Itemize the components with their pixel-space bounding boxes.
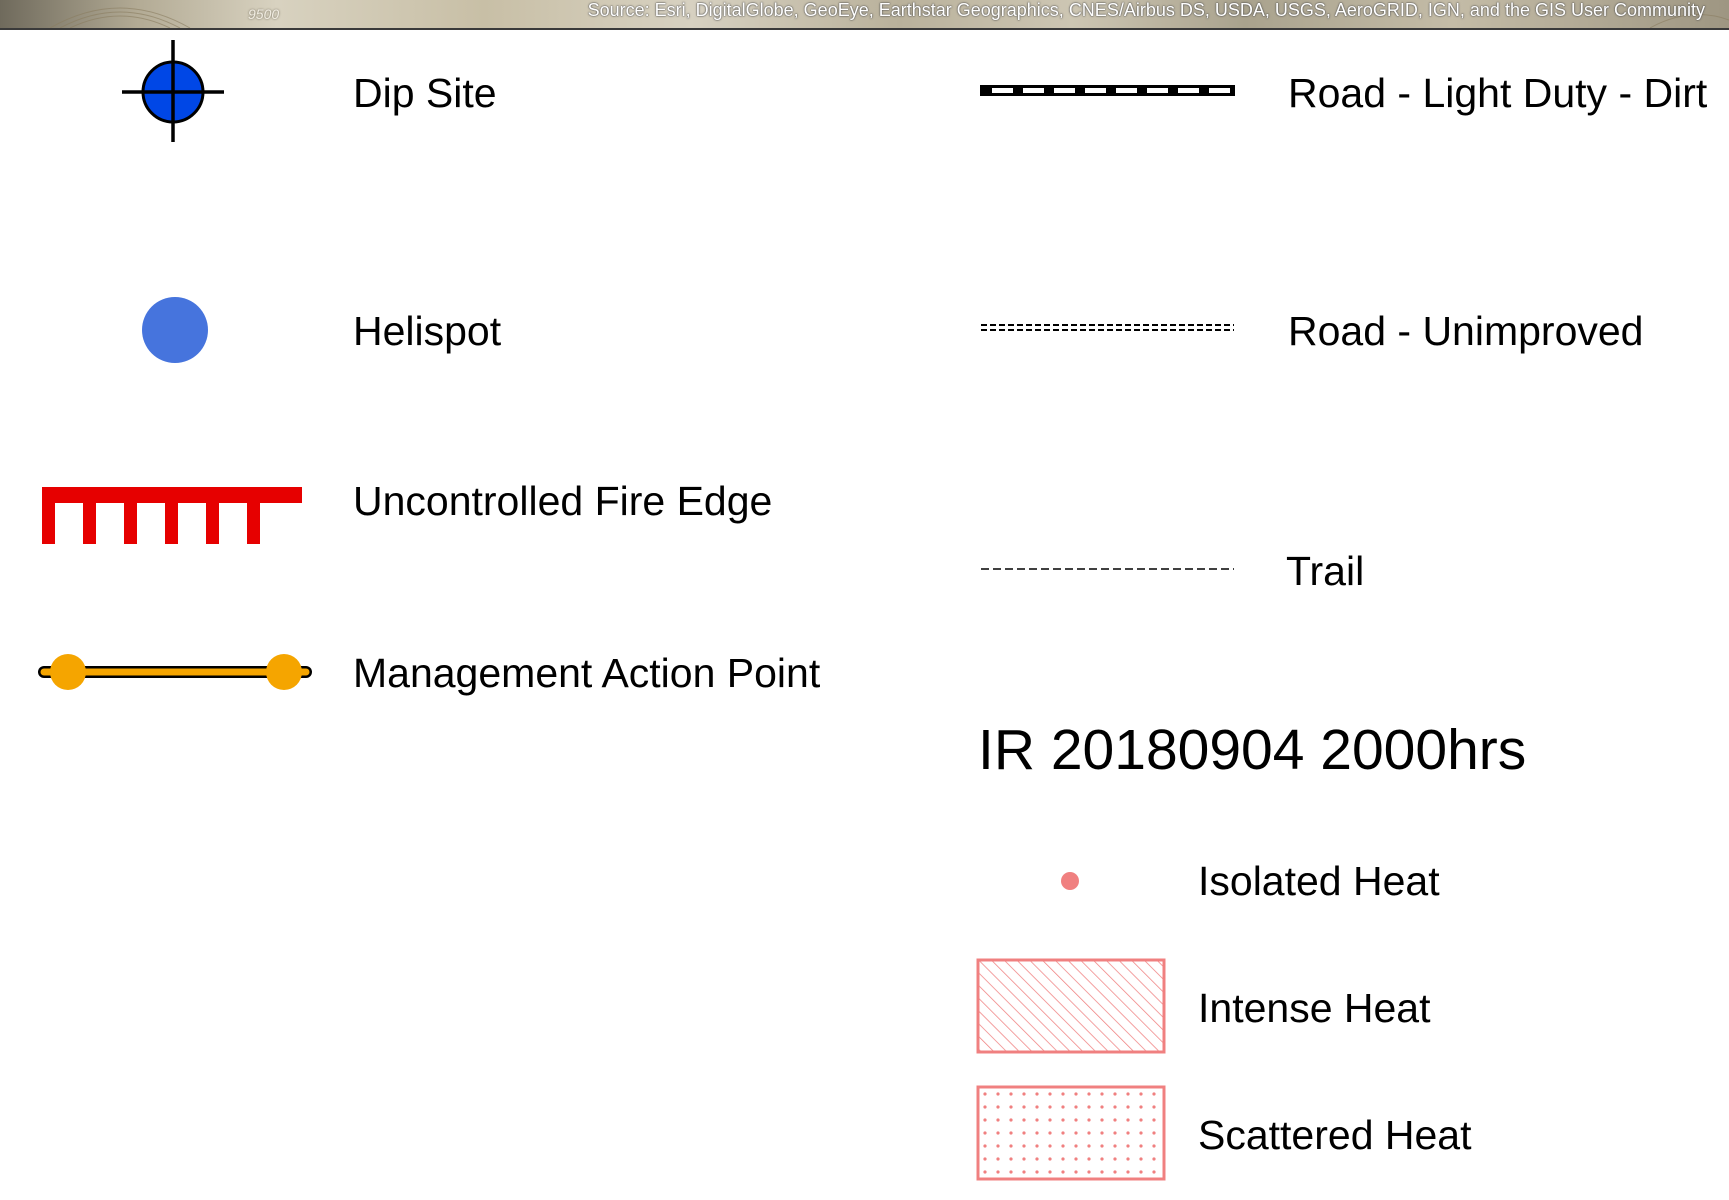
intense-heat-icon	[976, 958, 1166, 1054]
isolated-heat-icon	[1061, 872, 1079, 890]
road-unimproved-icon	[981, 324, 1234, 331]
legend-label-fire-edge: Uncontrolled Fire Edge	[353, 478, 773, 524]
helispot-icon	[142, 297, 208, 363]
contour-label: 9500	[248, 6, 280, 22]
legend-label-isolated-heat: Isolated Heat	[1198, 858, 1440, 904]
attribution-text: Source: Esri, DigitalGlobe, GeoEye, Eart…	[587, 0, 1705, 20]
road-light-duty-icon	[980, 85, 1235, 96]
legend-label-trail: Trail	[1286, 548, 1365, 594]
legend-label-scattered-heat: Scattered Heat	[1198, 1112, 1472, 1158]
scattered-heat-icon	[976, 1085, 1166, 1181]
ir-section-title: IR 20180904 2000hrs	[978, 718, 1527, 782]
legend-label-intense-heat: Intense Heat	[1198, 985, 1431, 1031]
dip-site-icon	[122, 40, 224, 142]
trail-icon	[981, 568, 1234, 570]
legend-label-road-light-duty: Road - Light Duty - Dirt	[1288, 70, 1708, 116]
fire-edge-icon	[42, 487, 302, 544]
map-line-icon	[38, 654, 312, 690]
legend-label-helispot: Helispot	[353, 308, 502, 354]
legend-label-dip-site: Dip Site	[353, 70, 497, 116]
basemap-imagery-strip: 9500 Source: Esri, DigitalGlobe, GeoEye,…	[0, 0, 1729, 30]
legend-label-management-action-point: Management Action Point	[353, 650, 821, 696]
legend-label-road-unimproved: Road - Unimproved	[1288, 308, 1644, 354]
